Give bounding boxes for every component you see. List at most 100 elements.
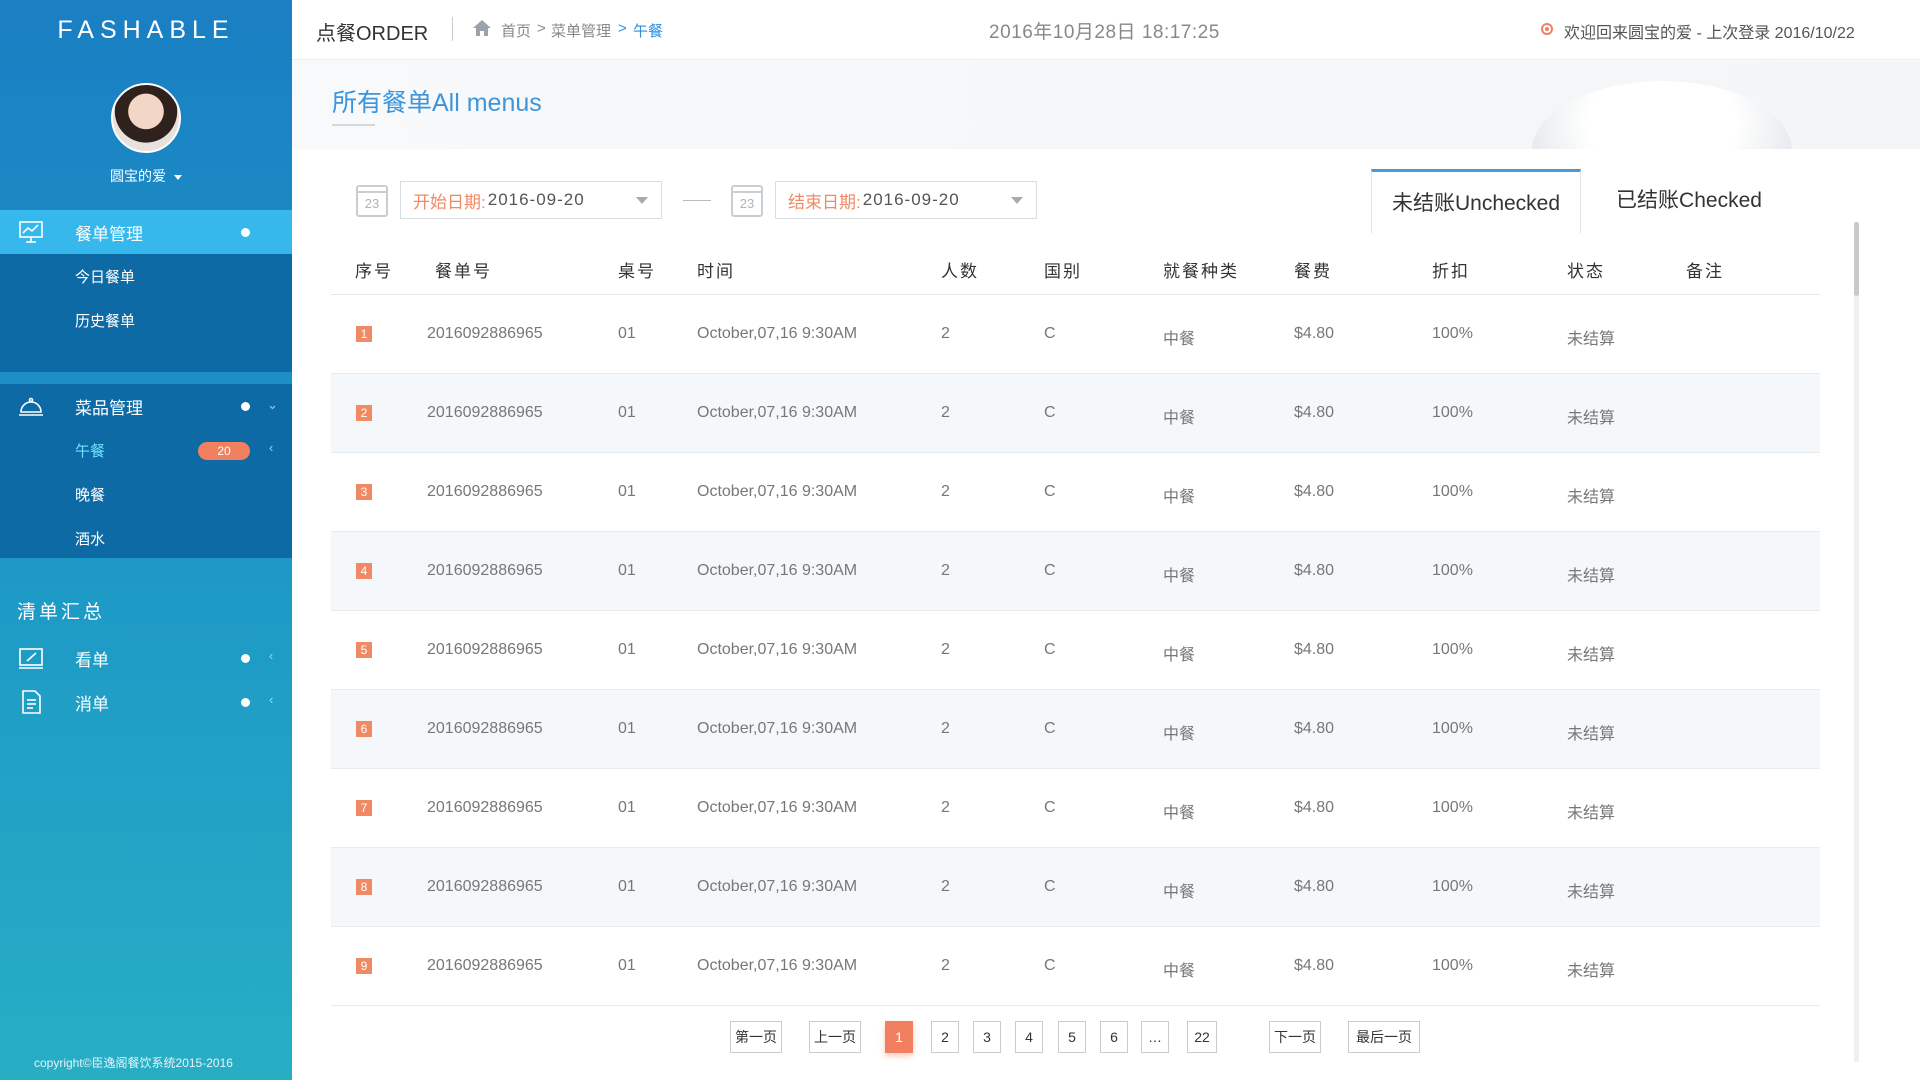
cell-table-no: 01 <box>618 404 636 421</box>
cell-fee: $4.80 <box>1294 878 1335 895</box>
page-button-1[interactable]: 1 <box>885 1021 913 1053</box>
cell-country: C <box>1044 957 1056 974</box>
cell-meal-type: 中餐 <box>1163 647 1196 664</box>
next-page-button[interactable]: 下一页 <box>1269 1021 1321 1053</box>
cell-fee: $4.80 <box>1294 325 1335 342</box>
document-icon <box>22 690 41 714</box>
end-date-picker[interactable]: 结束日期: 2016-09-20 <box>775 181 1037 219</box>
nav-today-menu[interactable]: 今日餐单 <box>75 266 135 287</box>
nav-history-menu[interactable]: 历史餐单 <box>75 310 135 331</box>
cell-status: 未结算 <box>1567 331 1616 348</box>
first-page-button[interactable]: 第一页 <box>730 1021 782 1053</box>
header-col-remark: 备注 <box>1686 262 1724 281</box>
table-row[interactable]: 2 2016092886965 01 October,07,16 9:30AM 2 C 中餐… <box>331 374 1820 453</box>
breadcrumb-home[interactable]: 首页 <box>501 20 531 41</box>
nav-view-orders[interactable]: 看单 ‹ <box>0 636 292 680</box>
breadcrumb-current: 午餐 <box>633 23 664 40</box>
page-button-6[interactable]: 6 <box>1100 1021 1128 1053</box>
cell-time: October,07,16 9:30AM <box>697 325 858 342</box>
scrollbar-thumb[interactable] <box>1854 222 1859 296</box>
page-button-22[interactable]: 22 <box>1187 1021 1217 1053</box>
calendar-icon[interactable]: 23 <box>356 185 388 217</box>
nav-dinner[interactable]: 晚餐 <box>75 484 105 505</box>
end-date-label: 结束日期: <box>788 192 861 212</box>
calendar-icon[interactable]: 23 <box>731 185 763 217</box>
cell-table-no: 01 <box>618 957 636 974</box>
page-button-2[interactable]: 2 <box>931 1021 959 1053</box>
cell-time: October,07,16 9:30AM <box>697 562 858 579</box>
title-underline <box>332 124 375 126</box>
nav-dish-management-label: 菜品管理 <box>75 398 143 418</box>
cell-country: C <box>1044 404 1056 421</box>
row-index-badge: 6 <box>356 721 372 737</box>
cell-discount: 100% <box>1432 404 1473 421</box>
cell-people: 2 <box>941 957 950 974</box>
cell-table-no: 01 <box>618 799 636 816</box>
header-col-status: 状态 <box>1567 262 1605 281</box>
cell-table-no: 01 <box>618 562 636 579</box>
start-date-value: 2016-09-20 <box>487 190 585 209</box>
copyright: copyright©臣逸阁餐饮系统2015-2016 <box>34 1056 233 1070</box>
cell-table-no: 01 <box>618 878 636 895</box>
table-row[interactable]: 7 2016092886965 01 October,07,16 9:30AM 2 C 中餐… <box>331 769 1820 848</box>
orders-table: 序号 餐单号 桌号 时间 人数 国别 就餐种类 餐费 折扣 状态 备注 1 2016092886965… <box>331 239 1820 1006</box>
cell-discount: 100% <box>1432 957 1473 974</box>
page-button-5[interactable]: 5 <box>1058 1021 1086 1053</box>
last-page-button[interactable]: 最后一页 <box>1348 1021 1420 1053</box>
header-col-meal-type: 就餐种类 <box>1163 262 1239 281</box>
table-row[interactable]: 9 2016092886965 01 October,07,16 9:30AM 2 C 中餐… <box>331 927 1820 1006</box>
dish-submenu: 午餐 20 ‹ 晚餐 酒水 <box>0 428 292 558</box>
table-row[interactable]: 1 2016092886965 01 October,07,16 9:30AM 2 C 中餐… <box>331 295 1820 374</box>
nav-cancel-orders[interactable]: 消单 ‹ <box>0 680 292 724</box>
cell-fee: $4.80 <box>1294 483 1335 500</box>
edit-board-icon <box>19 648 43 669</box>
header-col-country: 国别 <box>1044 262 1082 281</box>
divider <box>452 17 453 41</box>
table-row[interactable]: 8 2016092886965 01 October,07,16 9:30AM 2 C 中餐… <box>331 848 1820 927</box>
welcome-message: 欢迎回来圆宝的爱 - 上次登录 2016/10/22 <box>1564 25 1855 42</box>
nav-lunch[interactable]: 午餐 <box>75 440 105 461</box>
user-menu[interactable]: 圆宝的爱 <box>0 166 292 186</box>
table-body: 1 2016092886965 01 October,07,16 9:30AM 2 C 中餐… <box>331 295 1820 1006</box>
page-button-4[interactable]: 4 <box>1015 1021 1043 1053</box>
cell-meal-type: 中餐 <box>1163 963 1196 980</box>
table-row[interactable]: 3 2016092886965 01 October,07,16 9:30AM 2 C 中餐… <box>331 453 1820 532</box>
nav-meal-management[interactable]: 餐单管理 <box>0 210 292 254</box>
page-button-3[interactable]: 3 <box>973 1021 1001 1053</box>
dot-icon <box>241 654 250 663</box>
cell-time: October,07,16 9:30AM <box>697 878 858 895</box>
cell-meal-type: 中餐 <box>1163 805 1196 822</box>
table-row[interactable]: 4 2016092886965 01 October,07,16 9:30AM 2 C 中餐… <box>331 532 1820 611</box>
chart-board-icon <box>19 221 43 243</box>
tab-checked[interactable]: 已结账Checked <box>1584 169 1794 233</box>
breadcrumb-separator: > <box>537 20 546 37</box>
content-panel: 23 开始日期: 2016-09-20 23 结束日期: 2016-09-20 … <box>292 149 1920 1080</box>
avatar[interactable] <box>111 83 181 153</box>
dot-icon <box>241 698 250 707</box>
nav-drinks[interactable]: 酒水 <box>75 528 105 549</box>
cell-time: October,07,16 9:30AM <box>697 957 858 974</box>
cell-order-no: 2016092886965 <box>427 957 543 974</box>
prev-page-button[interactable]: 上一页 <box>809 1021 861 1053</box>
caret-down-icon <box>174 174 182 180</box>
table-row[interactable]: 5 2016092886965 01 October,07,16 9:30AM 2 C 中餐… <box>331 611 1820 690</box>
cell-country: C <box>1044 641 1056 658</box>
cell-discount: 100% <box>1432 562 1473 579</box>
pagination: 第一页 上一页 1 2 3 4 5 6 … 22 下一页 最后一页 <box>292 1021 1920 1061</box>
home-icon[interactable] <box>472 18 492 38</box>
tab-unchecked[interactable]: 未结账Unchecked <box>1371 169 1581 233</box>
cell-time: October,07,16 9:30AM <box>697 799 858 816</box>
cell-people: 2 <box>941 641 950 658</box>
cell-fee: $4.80 <box>1294 957 1335 974</box>
current-datetime: 2016年10月28日 18:17:25 <box>989 22 1220 43</box>
cell-people: 2 <box>941 404 950 421</box>
breadcrumb-menu-management[interactable]: 菜单管理 <box>551 20 611 41</box>
user-name: 圆宝的爱 <box>110 168 166 184</box>
cell-status: 未结算 <box>1567 884 1616 901</box>
table-row[interactable]: 6 2016092886965 01 October,07,16 9:30AM 2 C 中餐… <box>331 690 1820 769</box>
scrollbar-track[interactable] <box>1854 222 1859 1062</box>
cell-status: 未结算 <box>1567 647 1616 664</box>
nav-dish-management[interactable]: 菜品管理 ⌄ <box>0 384 292 428</box>
start-date-picker[interactable]: 开始日期: 2016-09-20 <box>400 181 662 219</box>
cell-time: October,07,16 9:30AM <box>697 404 858 421</box>
